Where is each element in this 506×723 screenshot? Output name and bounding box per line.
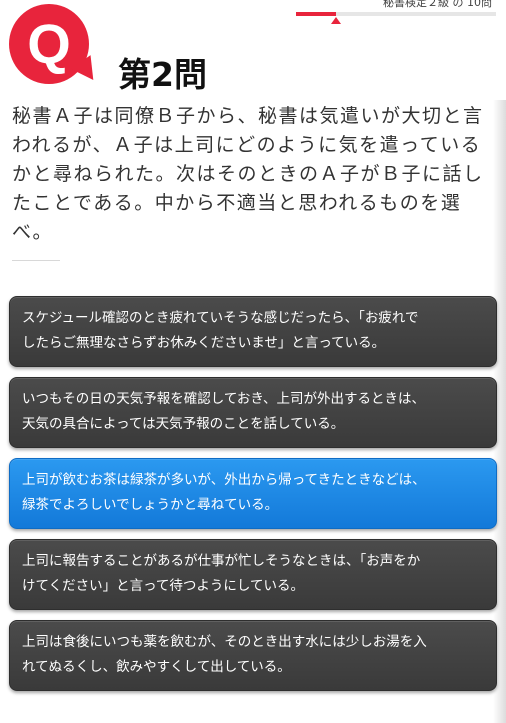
option-text-line: 上司が飲むお茶は緑茶が多いが、外出から帰ってきたときなどは、 [22,472,426,488]
option-text-line: スケジュール確認のとき疲れていそうな感じだったら、「お疲れで [22,310,419,326]
option-text-line: 天気の具合によっては天気予報のことを話している。 [22,416,345,432]
answer-option-1[interactable]: スケジュール確認のとき疲れていそうな感じだったら、「お疲れで したらご無理なさら… [9,296,497,367]
question-line: たことである。中から不適当と思われるものを選 [12,192,462,214]
answer-option-4[interactable]: 上司に報告することがあるが仕事が忙しそうなときは、「お声をか けてください」と言… [9,539,497,610]
progress-header: 秘書検定２級 の 10問 [296,0,506,24]
question-line: われるが、Ａ子は上司にどのように気を遣っている [12,134,482,156]
question-divider [12,260,60,261]
answer-option-2[interactable]: いつもその日の天気予報を確認しておき、上司が外出するときは、 天気の具合によって… [9,377,497,448]
option-text-line: したらご無理なさらずお休みくださいませ」と言っている。 [22,335,386,351]
option-text-line: けてください」と言って待つようにしている。 [22,578,305,594]
option-text-line: いつもその日の天気予報を確認しておき、上司が外出するときは、 [22,391,425,407]
question-badge-icon: Q [9,4,104,88]
answer-options: スケジュール確認のとき疲れていそうな感じだったら、「お疲れで したらご無理なさら… [9,296,497,701]
option-text-line: 緑茶でよろしいでしょうかと尋ねている。 [22,497,279,513]
option-text-line: れてぬるくし、飲みやすくして出している。 [22,659,291,675]
option-text-line: 上司に報告することがあるが仕事が忙しそうなときは、「お声をか [22,553,421,569]
progress-marker-icon [331,17,341,24]
answer-option-3[interactable]: 上司が飲むお茶は緑茶が多いが、外出から帰ってきたときなどは、 緑茶でよろしいでし… [9,458,497,529]
answer-option-5[interactable]: 上司は食後にいつも薬を飲むが、そのとき出す水には少しお湯を入 れてぬるくし、飲み… [9,620,497,691]
question-line: べ。 [12,221,54,243]
badge-letter: Q [27,12,71,75]
question-text: 秘書Ａ子は同僚Ｂ子から、秘書は気遣いが大切と言 われるが、Ａ子は上司にどのように… [12,102,482,247]
progress-fill [296,12,336,16]
question-title: 第2問 [118,55,207,94]
question-line: かと尋ねられた。次はそのときのＡ子がＢ子に話し [12,163,484,185]
exam-progress-label: 秘書検定２級 の 10問 [383,0,492,9]
question-line: 秘書Ａ子は同僚Ｂ子から、秘書は気遣いが大切と言 [12,105,484,127]
option-text-line: 上司は食後にいつも薬を飲むが、そのとき出す水には少しお湯を入 [22,634,427,650]
